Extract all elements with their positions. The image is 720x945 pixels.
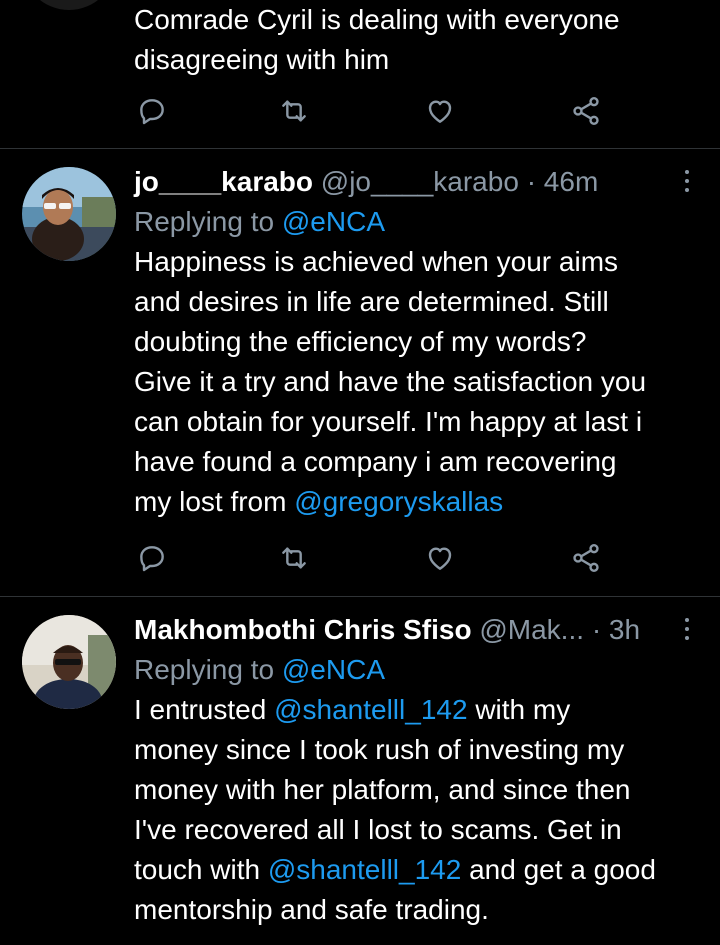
tweet-actions xyxy=(134,542,604,582)
text-fragment: I entrusted xyxy=(134,694,275,725)
user-handle[interactable]: @jo____karabo xyxy=(321,166,519,197)
text-fragment: my lost from xyxy=(134,486,295,517)
tweet-text-line: can obtain for yourself. I'm happy at la… xyxy=(134,406,643,437)
text-fragment: and get a good xyxy=(461,854,656,885)
share-icon[interactable] xyxy=(570,95,606,131)
mention-link[interactable]: @shantelll_142 xyxy=(274,694,467,725)
mention-link[interactable]: @gregoryskallas xyxy=(294,486,503,517)
tweet-text-line: touch with @shantelll_142 and get a good xyxy=(134,850,698,890)
tweet-text-line: money since I took rush of investing my xyxy=(134,734,625,765)
more-icon[interactable] xyxy=(682,170,692,196)
display-name[interactable]: jo____karabo xyxy=(134,166,313,197)
tweet-text-line: money with her platform, and since then xyxy=(134,774,631,805)
mention-link[interactable]: @eNCA xyxy=(282,654,385,685)
tweet-text: I entrusted @shantelll_142 with my money… xyxy=(134,690,698,930)
text-fragment: with my xyxy=(467,694,571,725)
retweet-icon[interactable] xyxy=(278,95,314,131)
tweet-text: Comrade Cyril is dealing with everyone d… xyxy=(134,0,698,80)
retweet-icon[interactable] xyxy=(278,542,314,578)
display-name[interactable]: Makhombothi Chris Sfiso xyxy=(134,614,472,645)
tweet-text-line: Give it a try and have the satisfaction … xyxy=(134,366,647,397)
replying-prefix: Replying to xyxy=(134,206,275,237)
tweet-text-line: mentorship and safe trading. xyxy=(134,894,489,925)
tweet-text-line: have found a company i am recovering xyxy=(134,446,617,477)
avatar[interactable] xyxy=(22,167,116,261)
mention-link[interactable]: @shantelll_142 xyxy=(268,854,461,885)
tweet-text-line: my lost from @gregoryskallas xyxy=(134,482,698,522)
tweet-2[interactable]: jo____karabo @jo____karabo · 46m Replyin… xyxy=(0,149,720,596)
share-icon[interactable] xyxy=(570,542,606,578)
avatar[interactable] xyxy=(22,0,116,10)
tweet-text-line: Comrade Cyril is dealing with everyone xyxy=(134,4,620,35)
timestamp[interactable]: 46m xyxy=(544,166,598,197)
tweet-text-line: I've recovered all I lost to scams. Get … xyxy=(134,814,622,845)
replying-to: Replying to @eNCA xyxy=(134,650,698,690)
replying-to: Replying to @eNCA xyxy=(134,202,698,242)
like-icon[interactable] xyxy=(424,542,460,578)
tweet-actions xyxy=(134,95,604,135)
like-icon[interactable] xyxy=(424,95,460,131)
tweet-text: Happiness is achieved when your aims and… xyxy=(134,242,698,522)
tweet-text-line: Happiness is achieved when your aims xyxy=(134,246,619,277)
mention-link[interactable]: @eNCA xyxy=(282,206,385,237)
tweet-header: Makhombothi Chris Sfiso @Mak... · 3h xyxy=(134,610,698,650)
more-icon[interactable] xyxy=(682,618,692,644)
avatar[interactable] xyxy=(22,615,116,709)
reply-icon[interactable] xyxy=(136,95,172,131)
reply-icon[interactable] xyxy=(136,542,172,578)
tweet-3[interactable]: Makhombothi Chris Sfiso @Mak... · 3h Rep… xyxy=(0,597,720,945)
tweet-text-line: disagreeing with him xyxy=(134,44,390,75)
separator: · xyxy=(526,166,537,197)
text-fragment: touch with xyxy=(134,854,268,885)
tweet-text-line: and desires in life are determined. Stil… xyxy=(134,286,609,317)
replying-prefix: Replying to xyxy=(134,654,275,685)
timestamp[interactable]: 3h xyxy=(609,614,640,645)
user-handle[interactable]: @Mak... xyxy=(479,614,584,645)
tweet-header: jo____karabo @jo____karabo · 46m xyxy=(134,162,698,202)
tweet-text-line: I entrusted @shantelll_142 with my xyxy=(134,690,698,730)
tweet-text-line: doubting the efficiency of my words? xyxy=(134,326,587,357)
tweet-1[interactable]: Comrade Cyril is dealing with everyone d… xyxy=(0,0,720,148)
separator: · xyxy=(591,614,602,645)
